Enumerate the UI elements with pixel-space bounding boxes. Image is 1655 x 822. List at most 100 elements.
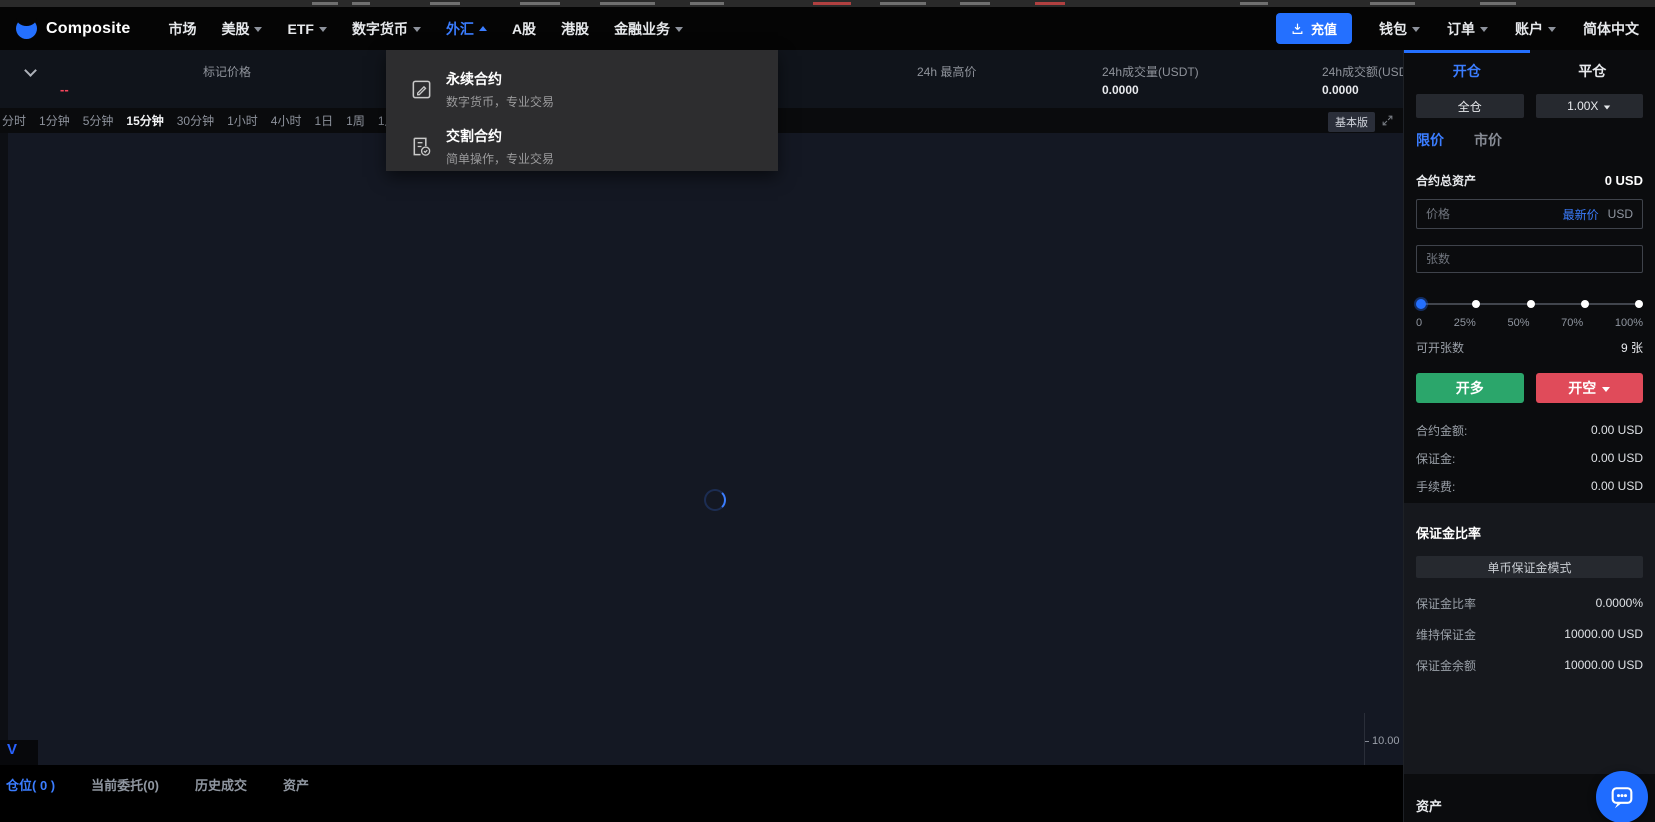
loading-spinner [704,489,726,511]
timeframe-time-share[interactable]: 分时 [2,112,26,129]
timeframe-1d[interactable]: 1日 [314,112,333,129]
chart-canvas[interactable]: V [0,133,1403,765]
tab-positions[interactable]: 仓位( 0 ) [6,775,55,794]
slider-thumb[interactable] [1416,299,1426,309]
available-contracts-value: 9 张 [1620,341,1643,355]
tab-assets[interactable]: 资产 [283,775,309,794]
latest-price-button[interactable]: 最新价 [1563,206,1599,223]
margin-leverage-row: 全仓 1.00X [1416,94,1643,118]
margin-ratio-title: 保证金比率 [1416,526,1482,541]
clipped-glyph [352,2,370,5]
symbol-selector-chevron-icon[interactable] [24,64,37,77]
tab-trade-history[interactable]: 历史成交 [195,775,247,794]
chevron-down-icon [1602,386,1611,392]
leverage-button[interactable]: 1.00X [1535,94,1643,118]
top-navbar: Composite 市场 美股 ETF 数字货币 外汇 A股 港股 金融业务 充… [0,7,1655,50]
download-icon [1292,23,1303,34]
slider-dot-25[interactable] [1472,300,1481,308]
timeframe-4h[interactable]: 4小时 [271,112,302,129]
timeframe-1w[interactable]: 1周 [346,112,365,129]
account-menu[interactable]: 账户 [1515,19,1556,39]
contract-amount-row: 合约金额: 0.00 USD [1416,423,1643,438]
slider-dot-70[interactable] [1580,300,1589,308]
chevron-down-icon [412,27,421,32]
quantity-input-box [1416,245,1643,273]
chart-toolbar-strip [0,133,8,765]
open-long-button[interactable]: 开多 [1416,373,1524,403]
nav-item-crypto[interactable]: 数字货币 [352,19,421,39]
clipped-glyph [1370,2,1415,5]
timeframe-1m[interactable]: 1分钟 [39,112,70,129]
chevron-down-icon [1604,105,1611,109]
brand[interactable]: Composite [16,18,130,39]
tab-close-position[interactable]: 平仓 [1530,50,1655,88]
basic-version-button[interactable]: 基本版 [1328,112,1375,132]
trade-buttons: 开多 开空 [1416,373,1643,403]
deposit-button[interactable]: 充值 [1275,13,1352,44]
nav-item-market[interactable]: 市场 [168,19,196,39]
chevron-down-icon [254,27,263,32]
timeframe-1h[interactable]: 1小时 [227,112,258,129]
slider-dot-50[interactable] [1526,300,1535,308]
menu-item-subtitle: 简单操作，专业交易 [446,152,555,166]
customer-support-chat-button[interactable] [1596,771,1648,822]
nav-item-forex[interactable]: 外汇 [446,19,487,39]
brand-logo-icon [16,18,37,39]
slider-labels: 0 25% 50% 70% 100% [1416,317,1643,329]
wallet-menu[interactable]: 钱包 [1379,19,1420,39]
total-assets-row: 合约总资产 0 USD [1416,172,1643,189]
mark-price-label: 标记价格 [203,65,252,79]
clipped-glyph [600,2,655,5]
quantity-input[interactable] [1426,252,1633,266]
nav-item-a-shares[interactable]: A股 [512,19,536,39]
menu-item-subtitle: 数字货币，专业交易 [446,95,555,109]
menu-item-title: 交割合约 [446,128,502,144]
turnover-24h-label: 24h成交额(USD) [1322,65,1412,79]
chevron-down-icon [318,27,327,32]
delivery-contract-icon [413,137,431,156]
positions-panel: 仓位( 0 ) 当前委托(0) 历史成交 资产 [0,765,1403,822]
orders-menu[interactable]: 订单 [1447,19,1488,39]
menu-item-delivery-contract[interactable]: 交割合约 简单操作，专业交易 [386,118,778,175]
price-unit: USD [1607,207,1633,221]
total-assets-value: 0 USD [1604,173,1643,188]
timeframe-5m[interactable]: 5分钟 [83,112,114,129]
timeframe-30m[interactable]: 30分钟 [177,112,214,129]
open-short-button[interactable]: 开空 [1535,373,1643,403]
nav-item-hk-stocks[interactable]: 港股 [561,19,589,39]
price-input[interactable] [1426,207,1563,221]
clipped-glyph [690,2,724,5]
single-currency-margin-mode-button[interactable]: 单币保证金模式 [1416,556,1643,578]
top-clipped-content [0,0,1655,7]
turnover-24h-value: 0.0000 [1322,83,1359,97]
language-selector[interactable]: 简体中文 [1583,19,1639,39]
clipped-glyph [1035,2,1065,5]
nav-item-financial-services[interactable]: 金融业务 [614,19,684,39]
tab-open-position[interactable]: 开仓 [1404,50,1530,88]
tab-open-orders[interactable]: 当前委托(0) [91,775,159,794]
tradingview-logo[interactable]: V [7,741,17,758]
order-type-market[interactable]: 市价 [1474,130,1502,150]
timeframe-15m[interactable]: 15分钟 [126,112,163,129]
margin-balance-row: 保证金余额 10000.00 USD [1416,658,1643,673]
available-contracts-label: 可开张数 [1416,341,1465,355]
nav-item-us-stocks[interactable]: 美股 [221,19,263,39]
nav-item-etf[interactable]: ETF [287,21,327,37]
menu-item-perpetual-contract[interactable]: 永续合约 数字货币，专业交易 [386,61,778,118]
chevron-down-icon [1548,27,1556,32]
total-assets-label: 合约总资产 [1416,174,1477,188]
margin-mode-button[interactable]: 全仓 [1416,94,1524,118]
margin-ratio-row: 保证金比率 0.0000% [1416,596,1643,611]
perpetual-contract-icon [412,80,431,99]
expand-icon[interactable] [1381,114,1394,127]
chevron-down-icon [1480,27,1488,32]
slider-dot-100[interactable] [1635,300,1643,308]
chevron-up-icon [478,25,487,31]
order-type-limit[interactable]: 限价 [1416,130,1444,150]
trade-panel: 开仓 平仓 全仓 1.00X 限价 市价 合约总资产 0 USD 最新价 USD [1403,50,1655,822]
clipped-glyph [312,2,338,5]
chart-corner [0,740,38,765]
nav-right-actions: 充值 钱包 订单 账户 简体中文 [1275,13,1639,44]
maintenance-margin-row: 维持保证金 10000.00 USD [1416,627,1643,642]
quantity-slider[interactable] [1416,299,1643,309]
